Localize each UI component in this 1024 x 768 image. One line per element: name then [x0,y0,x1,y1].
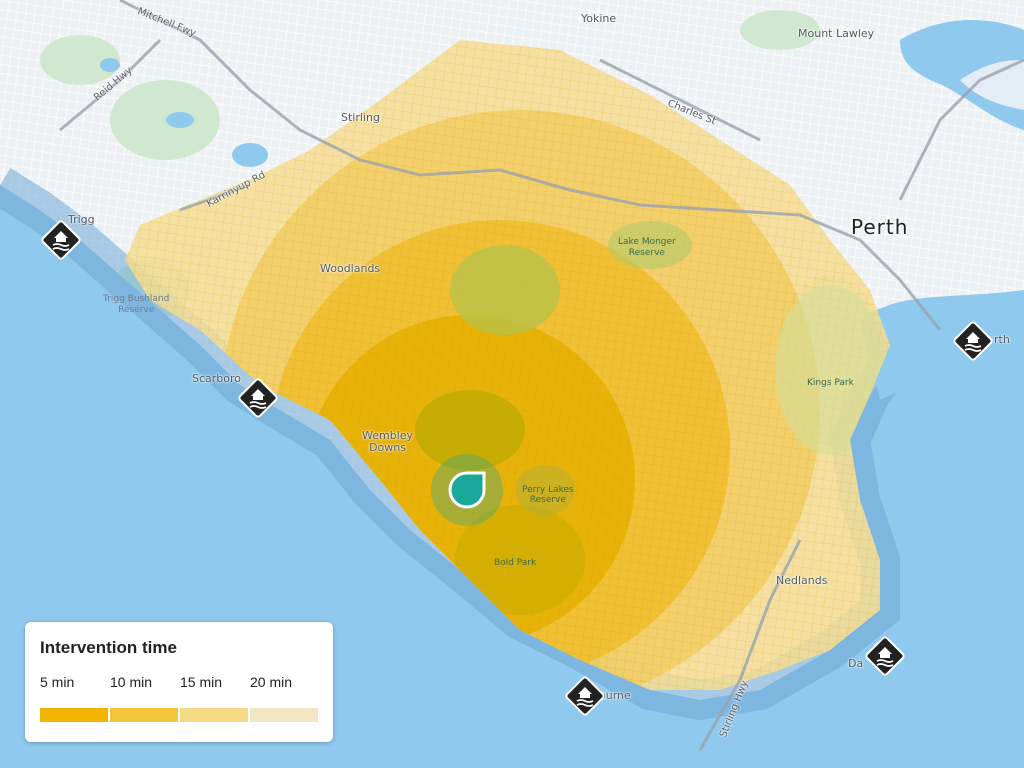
place-nedlands: Nedlands [776,574,828,587]
legend-title: Intervention time [40,638,177,657]
current-location-marker[interactable] [430,453,504,527]
place-woodlands: Woodlands [320,262,381,275]
beach-flood-icon [565,676,605,716]
place-wembley-downs: Wembley Downs [362,429,414,454]
park-perry-lakes: Perry Lakes Reserve [522,485,574,505]
beach-marker-cottesloe[interactable] [564,675,606,717]
place-scarborough: Scarboro [192,372,242,385]
place-perth: Perth [851,215,909,239]
beach-flood-icon [41,220,81,260]
legend-panel: Intervention time 5 min 10 min 15 min 20… [25,622,333,742]
place-dalkeith: Da [848,657,864,670]
legend-label-20min: 20 min [250,674,293,690]
place-mount-lawley: Mount Lawley [798,27,875,40]
legend-label-10min: 10 min [110,674,153,690]
beach-marker-dalkeith[interactable] [864,635,906,677]
legend-swatch-5min [40,708,108,722]
beach-flood-icon [238,378,278,418]
park-kings-park: Kings Park [807,378,854,388]
park-lake-monger: Lake Monger Reserve [618,237,676,258]
place-yokine: Yokine [581,12,617,25]
park-trigg-bushland: Trigg Bushland Reserve [103,294,170,315]
place-south-perth: rth [994,333,1010,346]
legend-swatch-10min [110,708,178,722]
beach-flood-icon [865,636,905,676]
beach-marker-south-perth[interactable] [952,320,994,362]
legend-label-15min: 15 min [180,674,223,690]
location-pin-icon [431,454,503,526]
beach-marker-trigg[interactable] [40,219,82,261]
legend-swatch-15min [180,708,248,722]
beach-marker-scarborough[interactable] [237,377,279,419]
place-stirling: Stirling [341,111,380,124]
beach-flood-icon [953,321,993,361]
legend-label-5min: 5 min [40,674,75,690]
park-bold-park: Bold Park [494,558,537,568]
legend-swatch-20min [250,708,318,722]
